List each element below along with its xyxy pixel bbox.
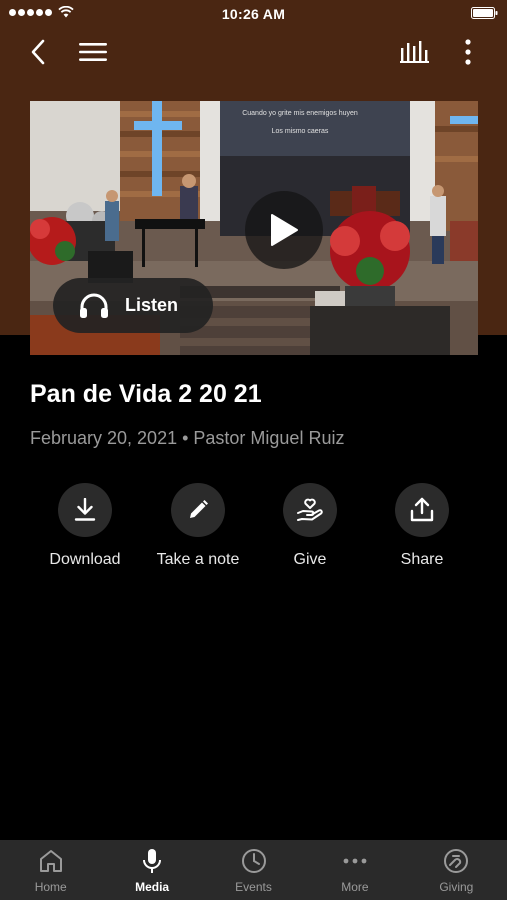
give-label: Give bbox=[293, 551, 327, 568]
status-bar: 10:26 AM bbox=[0, 0, 507, 28]
download-button[interactable]: Download bbox=[25, 483, 145, 569]
give-button[interactable]: Give bbox=[250, 483, 370, 569]
listen-button[interactable]: Listen bbox=[53, 278, 213, 333]
giving-icon bbox=[444, 849, 469, 873]
download-label: Download bbox=[49, 551, 121, 568]
slide-text-line-1: Cuando yo grite mis enemigos huyen bbox=[242, 110, 358, 117]
take-note-circle bbox=[171, 483, 225, 537]
sermon-title: Pan de Vida 2 20 21 bbox=[30, 380, 262, 408]
clock-icon bbox=[241, 849, 266, 873]
tab-more-label: More bbox=[341, 880, 369, 894]
tab-giving-label: Giving bbox=[439, 880, 474, 894]
battery-icon bbox=[471, 7, 498, 19]
back-button[interactable] bbox=[20, 34, 56, 70]
share-icon bbox=[410, 497, 434, 522]
take-note-label: Take a note bbox=[156, 551, 240, 568]
vertical-ellipsis-icon bbox=[465, 39, 471, 65]
menu-button[interactable] bbox=[75, 34, 111, 70]
sermon-detail-screen: 10:26 AM Cuando yo grite mis enemigos hu… bbox=[0, 0, 507, 900]
download-icon bbox=[74, 498, 96, 521]
heart-hand-icon bbox=[297, 498, 323, 521]
tab-media-label: Media bbox=[135, 880, 170, 894]
microphone-icon bbox=[143, 849, 162, 873]
take-note-button[interactable]: Take a note bbox=[138, 483, 258, 569]
headphones-icon bbox=[80, 293, 108, 318]
tab-bar: Home Media Events More Giving bbox=[0, 840, 507, 900]
tab-more[interactable]: More bbox=[304, 840, 405, 900]
equalizer-icon bbox=[400, 41, 429, 63]
home-icon bbox=[39, 850, 62, 872]
give-circle bbox=[283, 483, 337, 537]
tab-media[interactable]: Media bbox=[101, 840, 202, 900]
download-circle bbox=[58, 483, 112, 537]
tab-events[interactable]: Events bbox=[203, 840, 304, 900]
hamburger-menu-icon bbox=[79, 43, 107, 61]
play-button[interactable] bbox=[245, 191, 323, 269]
share-circle bbox=[395, 483, 449, 537]
more-options-button[interactable] bbox=[450, 34, 486, 70]
audio-levels-button[interactable] bbox=[397, 34, 433, 70]
tab-home-label: Home bbox=[34, 880, 67, 894]
slide-text-line-2: Los mismo caeras bbox=[272, 128, 329, 135]
share-button[interactable]: Share bbox=[362, 483, 482, 569]
tab-home[interactable]: Home bbox=[0, 840, 101, 900]
ellipsis-icon bbox=[343, 858, 367, 864]
status-time: 10:26 AM bbox=[221, 6, 286, 22]
play-icon bbox=[271, 214, 298, 246]
chevron-left-icon bbox=[31, 39, 45, 65]
listen-label: Listen bbox=[125, 295, 179, 315]
share-label: Share bbox=[400, 551, 444, 568]
pencil-icon bbox=[190, 500, 208, 518]
tab-giving[interactable]: Giving bbox=[406, 840, 507, 900]
sermon-meta: February 20, 2021 • Pastor Miguel Ruiz bbox=[30, 428, 345, 448]
tab-events-label: Events bbox=[235, 880, 272, 894]
